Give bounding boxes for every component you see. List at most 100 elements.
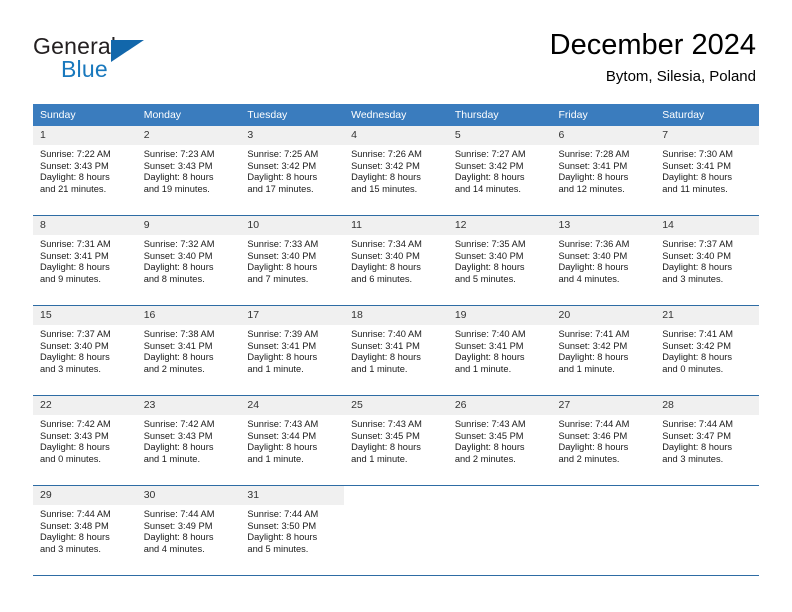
calendar-week-row: 1 Sunrise: 7:22 AM Sunset: 3:43 PM Daylight… (33, 126, 759, 216)
daylight-text-line2: and 11 minutes. (662, 183, 728, 194)
day-cell[interactable]: 28 Sunrise: 7:44 AM Sunset: 3:47 PM Dayligh… (655, 395, 759, 486)
day-number: 1 (33, 126, 137, 145)
calendar-header-row: Sunday Monday Tuesday Wednesday Thursday… (33, 104, 759, 126)
daylight-text-line1: Daylight: 8 hours (143, 352, 214, 363)
day-cell[interactable]: 30 Sunrise: 7:44 AM Sunset: 3:49 PM Dayligh… (136, 485, 241, 576)
day-cell[interactable]: 23 Sunrise: 7:42 AM Sunset: 3:43 PM Dayligh… (136, 395, 241, 486)
day-details: Sunrise: 7:31 AM Sunset: 3:41 PM Daylight:… (33, 235, 137, 285)
day-cell[interactable]: 1 Sunrise: 7:22 AM Sunset: 3:43 PM Daylight… (33, 126, 137, 216)
day-cell[interactable]: 27 Sunrise: 7:44 AM Sunset: 3:46 PM Dayligh… (551, 395, 656, 486)
sunset-text: Sunset: 3:47 PM (662, 430, 731, 441)
day-number: 10 (240, 216, 345, 235)
daylight-text-line1: Daylight: 8 hours (247, 442, 318, 453)
day-number: 31 (240, 486, 345, 505)
day-number: 8 (33, 216, 137, 235)
daylight-text-line1: Daylight: 8 hours (247, 172, 318, 183)
sunset-text: Sunset: 3:43 PM (40, 430, 109, 441)
daylight-text-line2: and 15 minutes. (351, 183, 418, 194)
sunrise-text: Sunrise: 7:30 AM (662, 149, 734, 159)
day-cell[interactable]: 31 Sunrise: 7:44 AM Sunset: 3:50 PM Dayligh… (240, 485, 345, 576)
day-cell-empty (447, 485, 552, 576)
day-number: 15 (33, 306, 137, 325)
day-cell[interactable]: 19 Sunrise: 7:40 AM Sunset: 3:41 PM Dayligh… (447, 305, 552, 396)
sunset-text: Sunset: 3:50 PM (247, 520, 317, 531)
day-cell[interactable]: 12 Sunrise: 7:35 AM Sunset: 3:40 PM Dayligh… (447, 215, 552, 306)
day-cell[interactable]: 8 Sunrise: 7:31 AM Sunset: 3:41 PM Daylight… (33, 215, 137, 306)
daylight-text-line2: and 4 minutes. (143, 543, 205, 554)
day-number (344, 486, 448, 505)
sunrise-text: Sunrise: 7:44 AM (40, 509, 111, 519)
day-cell[interactable]: 20 Sunrise: 7:41 AM Sunset: 3:42 PM Dayligh… (551, 305, 656, 396)
daylight-text-line1: Daylight: 8 hours (351, 172, 421, 183)
sunrise-text: Sunrise: 7:31 AM (40, 239, 111, 249)
daylight-text-line1: Daylight: 8 hours (662, 442, 732, 453)
daylight-text-line1: Daylight: 8 hours (454, 172, 525, 183)
sunrise-text: Sunrise: 7:36 AM (558, 239, 630, 249)
day-cell[interactable]: 16 Sunrise: 7:38 AM Sunset: 3:41 PM Dayligh… (136, 305, 241, 396)
sunrise-text: Sunrise: 7:23 AM (143, 149, 215, 159)
daylight-text-line2: and 1 minute. (247, 363, 304, 374)
sunrise-text: Sunrise: 7:43 AM (454, 419, 526, 429)
sunrise-text: Sunrise: 7:37 AM (40, 329, 111, 339)
sunset-text: Sunset: 3:41 PM (558, 160, 628, 171)
day-cell[interactable]: 5 Sunrise: 7:27 AM Sunset: 3:42 PM Daylight… (447, 126, 552, 216)
daylight-text-line1: Daylight: 8 hours (40, 352, 110, 363)
day-cell[interactable]: 26 Sunrise: 7:43 AM Sunset: 3:45 PM Dayligh… (447, 395, 552, 486)
daylight-text-line2: and 4 minutes. (558, 273, 620, 284)
sunset-text: Sunset: 3:43 PM (143, 430, 213, 441)
day-cell[interactable]: 3 Sunrise: 7:25 AM Sunset: 3:42 PM Daylight… (240, 126, 345, 216)
general-blue-logo[interactable]: General Blue (33, 33, 213, 83)
daylight-text-line1: Daylight: 8 hours (558, 172, 629, 183)
day-cell[interactable]: 6 Sunrise: 7:28 AM Sunset: 3:41 PM Daylight… (551, 126, 656, 216)
day-cell[interactable]: 14 Sunrise: 7:37 AM Sunset: 3:40 PM Dayligh… (655, 215, 759, 306)
daylight-text-line2: and 8 minutes. (143, 273, 205, 284)
sunset-text: Sunset: 3:45 PM (351, 430, 420, 441)
daylight-text-line2: and 0 minutes. (40, 453, 101, 464)
day-number: 23 (136, 396, 241, 415)
sunrise-text: Sunrise: 7:43 AM (351, 419, 422, 429)
daylight-text-line2: and 1 minute. (558, 363, 615, 374)
day-details: Sunrise: 7:44 AM Sunset: 3:46 PM Daylight:… (552, 415, 656, 465)
weekday-header-sunday: Sunday (33, 104, 137, 126)
day-cell[interactable]: 29 Sunrise: 7:44 AM Sunset: 3:48 PM Dayligh… (33, 485, 137, 576)
day-details: Sunrise: 7:34 AM Sunset: 3:40 PM Daylight:… (344, 235, 448, 285)
sunrise-text: Sunrise: 7:38 AM (143, 329, 215, 339)
day-cell[interactable]: 25 Sunrise: 7:43 AM Sunset: 3:45 PM Dayligh… (344, 395, 448, 486)
day-cell[interactable]: 24 Sunrise: 7:43 AM Sunset: 3:44 PM Dayligh… (240, 395, 345, 486)
daylight-text-line1: Daylight: 8 hours (558, 442, 629, 453)
day-cell[interactable]: 2 Sunrise: 7:23 AM Sunset: 3:43 PM Daylight… (136, 126, 241, 216)
day-number: 9 (136, 216, 241, 235)
day-cell[interactable]: 11 Sunrise: 7:34 AM Sunset: 3:40 PM Dayligh… (344, 215, 448, 306)
calendar-week-row: 29 Sunrise: 7:44 AM Sunset: 3:48 PM Dayligh… (33, 485, 759, 576)
day-cell[interactable]: 18 Sunrise: 7:40 AM Sunset: 3:41 PM Dayligh… (344, 305, 448, 396)
day-details: Sunrise: 7:32 AM Sunset: 3:40 PM Daylight:… (137, 235, 241, 285)
day-cell[interactable]: 4 Sunrise: 7:26 AM Sunset: 3:42 PM Daylight… (344, 126, 448, 216)
day-details: Sunrise: 7:22 AM Sunset: 3:43 PM Daylight:… (33, 145, 137, 195)
sunset-text: Sunset: 3:48 PM (40, 520, 109, 531)
day-cell[interactable]: 7 Sunrise: 7:30 AM Sunset: 3:41 PM Daylight… (655, 126, 759, 216)
sunrise-text: Sunrise: 7:34 AM (351, 239, 422, 249)
sunset-text: Sunset: 3:45 PM (454, 430, 524, 441)
daylight-text-line1: Daylight: 8 hours (143, 262, 214, 273)
day-cell[interactable]: 17 Sunrise: 7:39 AM Sunset: 3:41 PM Dayligh… (240, 305, 345, 396)
location-subtitle: Bytom, Silesia, Poland (605, 68, 756, 85)
day-details: Sunrise: 7:41 AM Sunset: 3:42 PM Daylight:… (655, 325, 759, 375)
weekday-header-friday: Friday (551, 104, 656, 126)
day-cell[interactable]: 15 Sunrise: 7:37 AM Sunset: 3:40 PM Dayligh… (33, 305, 137, 396)
day-cell[interactable]: 22 Sunrise: 7:42 AM Sunset: 3:43 PM Dayligh… (33, 395, 137, 486)
daylight-text-line1: Daylight: 8 hours (351, 352, 421, 363)
day-details: Sunrise: 7:44 AM Sunset: 3:47 PM Daylight:… (655, 415, 759, 465)
sunrise-text: Sunrise: 7:25 AM (247, 149, 319, 159)
day-cell[interactable]: 10 Sunrise: 7:33 AM Sunset: 3:40 PM Dayligh… (240, 215, 345, 306)
sunset-text: Sunset: 3:42 PM (247, 160, 317, 171)
day-cell[interactable]: 13 Sunrise: 7:36 AM Sunset: 3:40 PM Dayligh… (551, 215, 656, 306)
daylight-text-line2: and 1 minute. (143, 453, 201, 464)
day-details: Sunrise: 7:36 AM Sunset: 3:40 PM Daylight:… (552, 235, 656, 285)
day-number: 7 (655, 126, 759, 145)
day-cell[interactable]: 21 Sunrise: 7:41 AM Sunset: 3:42 PM Dayligh… (655, 305, 759, 396)
calendar-week-row: 8 Sunrise: 7:31 AM Sunset: 3:41 PM Daylight… (33, 215, 759, 306)
sunrise-text: Sunrise: 7:22 AM (40, 149, 111, 159)
sunset-text: Sunset: 3:42 PM (351, 160, 420, 171)
sunrise-text: Sunrise: 7:41 AM (662, 329, 734, 339)
day-cell[interactable]: 9 Sunrise: 7:32 AM Sunset: 3:40 PM Daylight… (136, 215, 241, 306)
